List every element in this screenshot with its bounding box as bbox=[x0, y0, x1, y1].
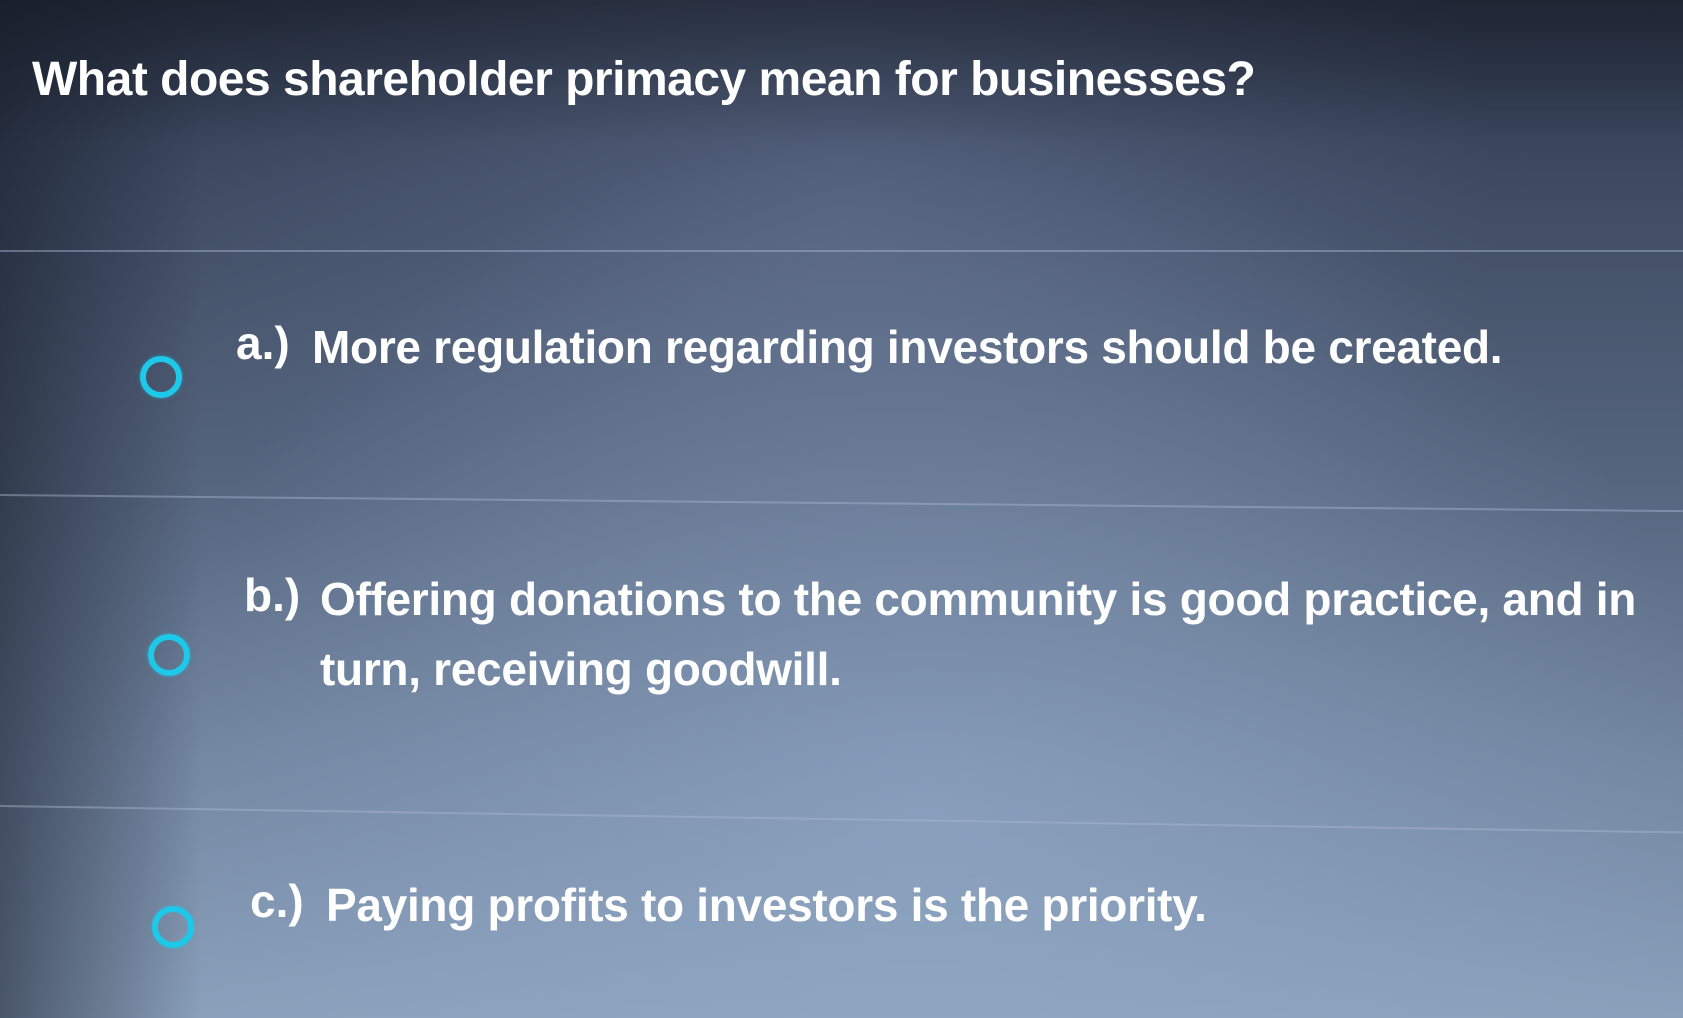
answer-option-c[interactable]: c.) Paying profits to investors is the p… bbox=[0, 870, 1683, 990]
option-text: More regulation regarding investors shou… bbox=[312, 321, 1503, 373]
question-divider bbox=[0, 250, 1683, 252]
option-letter: b.) bbox=[244, 569, 301, 621]
option-letter: a.) bbox=[236, 317, 290, 369]
radio-unselected-icon[interactable] bbox=[152, 906, 194, 948]
option-text: Offering donations to the community is g… bbox=[320, 573, 1637, 695]
option-divider bbox=[0, 805, 1683, 834]
answer-option-a[interactable]: a.) More regulation regarding investors … bbox=[0, 300, 1683, 450]
answer-option-b[interactable]: b.) Offering donations to the community … bbox=[0, 560, 1683, 730]
radio-unselected-icon[interactable] bbox=[148, 634, 190, 676]
radio-unselected-icon[interactable] bbox=[140, 356, 182, 398]
option-divider bbox=[0, 494, 1683, 513]
option-letter: c.) bbox=[250, 875, 304, 927]
question-title: What does shareholder primacy mean for b… bbox=[32, 53, 1256, 106]
option-text: Paying profits to investors is the prior… bbox=[326, 879, 1207, 931]
